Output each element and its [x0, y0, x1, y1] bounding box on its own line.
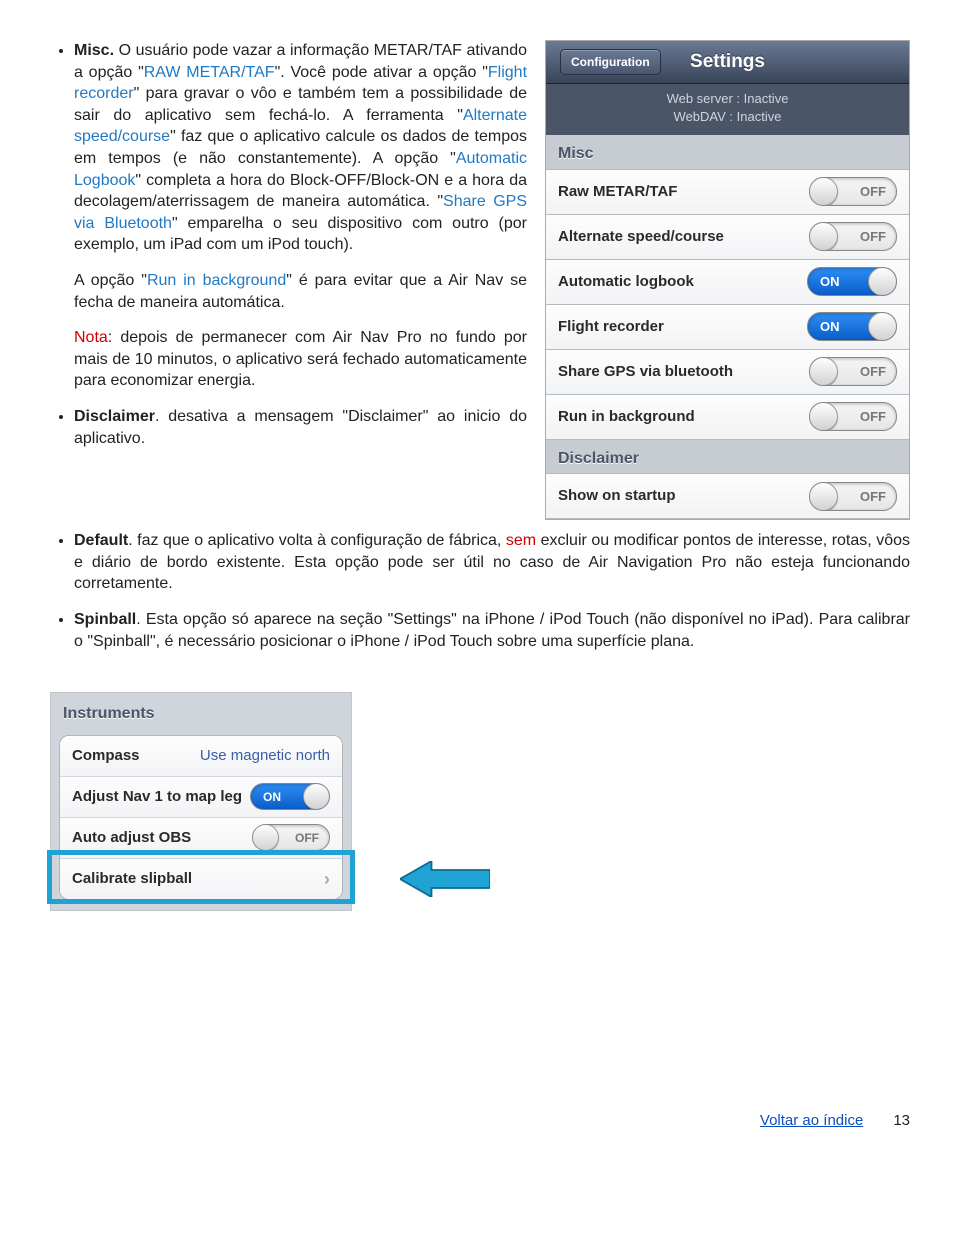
row-label: Adjust Nav 1 to map leg — [72, 787, 242, 807]
switch-share-gps[interactable]: OFF — [809, 357, 897, 386]
disclaimer-title: Disclaimer — [74, 408, 155, 425]
t: ". Você pode ativar a opção " — [275, 64, 488, 81]
row-label: Share GPS via bluetooth — [558, 362, 733, 382]
status-web: Web server : Inactive — [546, 90, 909, 108]
switch-knob-icon — [868, 267, 897, 296]
row-label: Run in background — [558, 407, 695, 427]
page-number: 13 — [893, 1111, 910, 1131]
switch-auto-obs[interactable]: OFF — [252, 824, 330, 851]
default-title: Default — [74, 532, 128, 549]
spinball-body: . Esta opção só aparece na seção "Settin… — [74, 611, 910, 650]
switch-knob-icon — [252, 824, 279, 851]
default-sem: sem — [506, 532, 536, 549]
row-label: Automatic logbook — [558, 272, 694, 292]
settings-screenshot: Configuration Settings Web server : Inac… — [545, 40, 910, 520]
nota-label: Nota — [74, 329, 108, 346]
row-calibrate-slipball[interactable]: Calibrate slipball › — [60, 859, 342, 899]
switch-alt-speed[interactable]: OFF — [809, 222, 897, 251]
spinball-item: Spinball. Esta opção só aparece na seção… — [74, 609, 910, 652]
nota-body: : depois de permanecer com Air Nav Pro n… — [74, 329, 527, 389]
back-label: Configuration — [571, 55, 650, 69]
misc-title: Misc. — [74, 42, 114, 59]
spinball-title: Spinball — [74, 611, 136, 628]
switch-knob-icon — [809, 177, 838, 206]
t: . faz que o aplicativo volta à configura… — [128, 532, 506, 549]
switch-knob-icon — [809, 402, 838, 431]
row-label: Auto adjust OBS — [72, 828, 191, 848]
row-auto-obs[interactable]: Auto adjust OBS OFF — [60, 818, 342, 859]
section-misc: Misc — [546, 135, 909, 169]
page-footer: Voltar ao índice 13 — [50, 1111, 910, 1131]
row-alt-speed[interactable]: Alternate speed/course OFF — [546, 214, 909, 260]
switch-knob-icon — [868, 312, 897, 341]
back-to-index-link[interactable]: Voltar ao índice — [760, 1111, 863, 1131]
row-label: Show on startup — [558, 486, 676, 506]
switch-auto-logbook[interactable]: ON — [807, 267, 897, 296]
row-adjust-nav1[interactable]: Adjust Nav 1 to map leg ON — [60, 777, 342, 818]
row-label: Alternate speed/course — [558, 227, 724, 247]
status-webdav: WebDAV : Inactive — [546, 108, 909, 126]
disclaimer-item: Disclaimer. desativa a mensagem "Disclai… — [74, 406, 527, 449]
switch-knob-icon — [809, 222, 838, 251]
row-auto-logbook[interactable]: Automatic logbook ON — [546, 259, 909, 305]
switch-knob-icon — [809, 357, 838, 386]
section-disclaimer: Disclaimer — [546, 440, 909, 474]
row-flight-recorder[interactable]: Flight recorder ON — [546, 304, 909, 350]
section-instruments: Instruments — [51, 693, 351, 729]
switch-knob-icon — [809, 482, 838, 511]
row-share-gps[interactable]: Share GPS via bluetooth OFF — [546, 349, 909, 395]
misc-item: Misc. O usuário pode vazar a informação … — [74, 40, 527, 392]
t: " para gravar o vôo e também tem a possi… — [74, 85, 527, 124]
server-status: Web server : Inactive WebDAV : Inactive — [546, 84, 909, 135]
back-button[interactable]: Configuration — [560, 49, 661, 75]
row-show-startup[interactable]: Show on startup OFF — [546, 473, 909, 519]
switch-flight-recorder[interactable]: ON — [807, 312, 897, 341]
kw-runbg: Run in background — [147, 272, 286, 289]
navbar: Configuration Settings — [546, 41, 909, 84]
switch-adjust-nav1[interactable]: ON — [250, 783, 330, 810]
row-value: Use magnetic north — [200, 746, 330, 766]
row-raw-metar[interactable]: Raw METAR/TAF OFF — [546, 169, 909, 215]
switch-run-background[interactable]: OFF — [809, 402, 897, 431]
switch-knob-icon — [303, 783, 330, 810]
kw-raw: RAW METAR/TAF — [144, 64, 275, 81]
arrow-left-icon — [400, 861, 490, 897]
row-run-background[interactable]: Run in background OFF — [546, 394, 909, 440]
switch-raw-metar[interactable]: OFF — [809, 177, 897, 206]
row-label: Raw METAR/TAF — [558, 182, 677, 202]
default-item: Default. faz que o aplicativo volta à co… — [74, 530, 910, 595]
switch-show-startup[interactable]: OFF — [809, 482, 897, 511]
row-label: Calibrate slipball — [72, 869, 192, 889]
chevron-right-icon: › — [324, 867, 330, 891]
row-label: Flight recorder — [558, 317, 664, 337]
instruments-screenshot: Instruments Compass Use magnetic north A… — [50, 692, 352, 911]
row-label: Compass — [72, 746, 140, 766]
row-compass[interactable]: Compass Use magnetic north — [60, 736, 342, 777]
t: A opção " — [74, 272, 147, 289]
